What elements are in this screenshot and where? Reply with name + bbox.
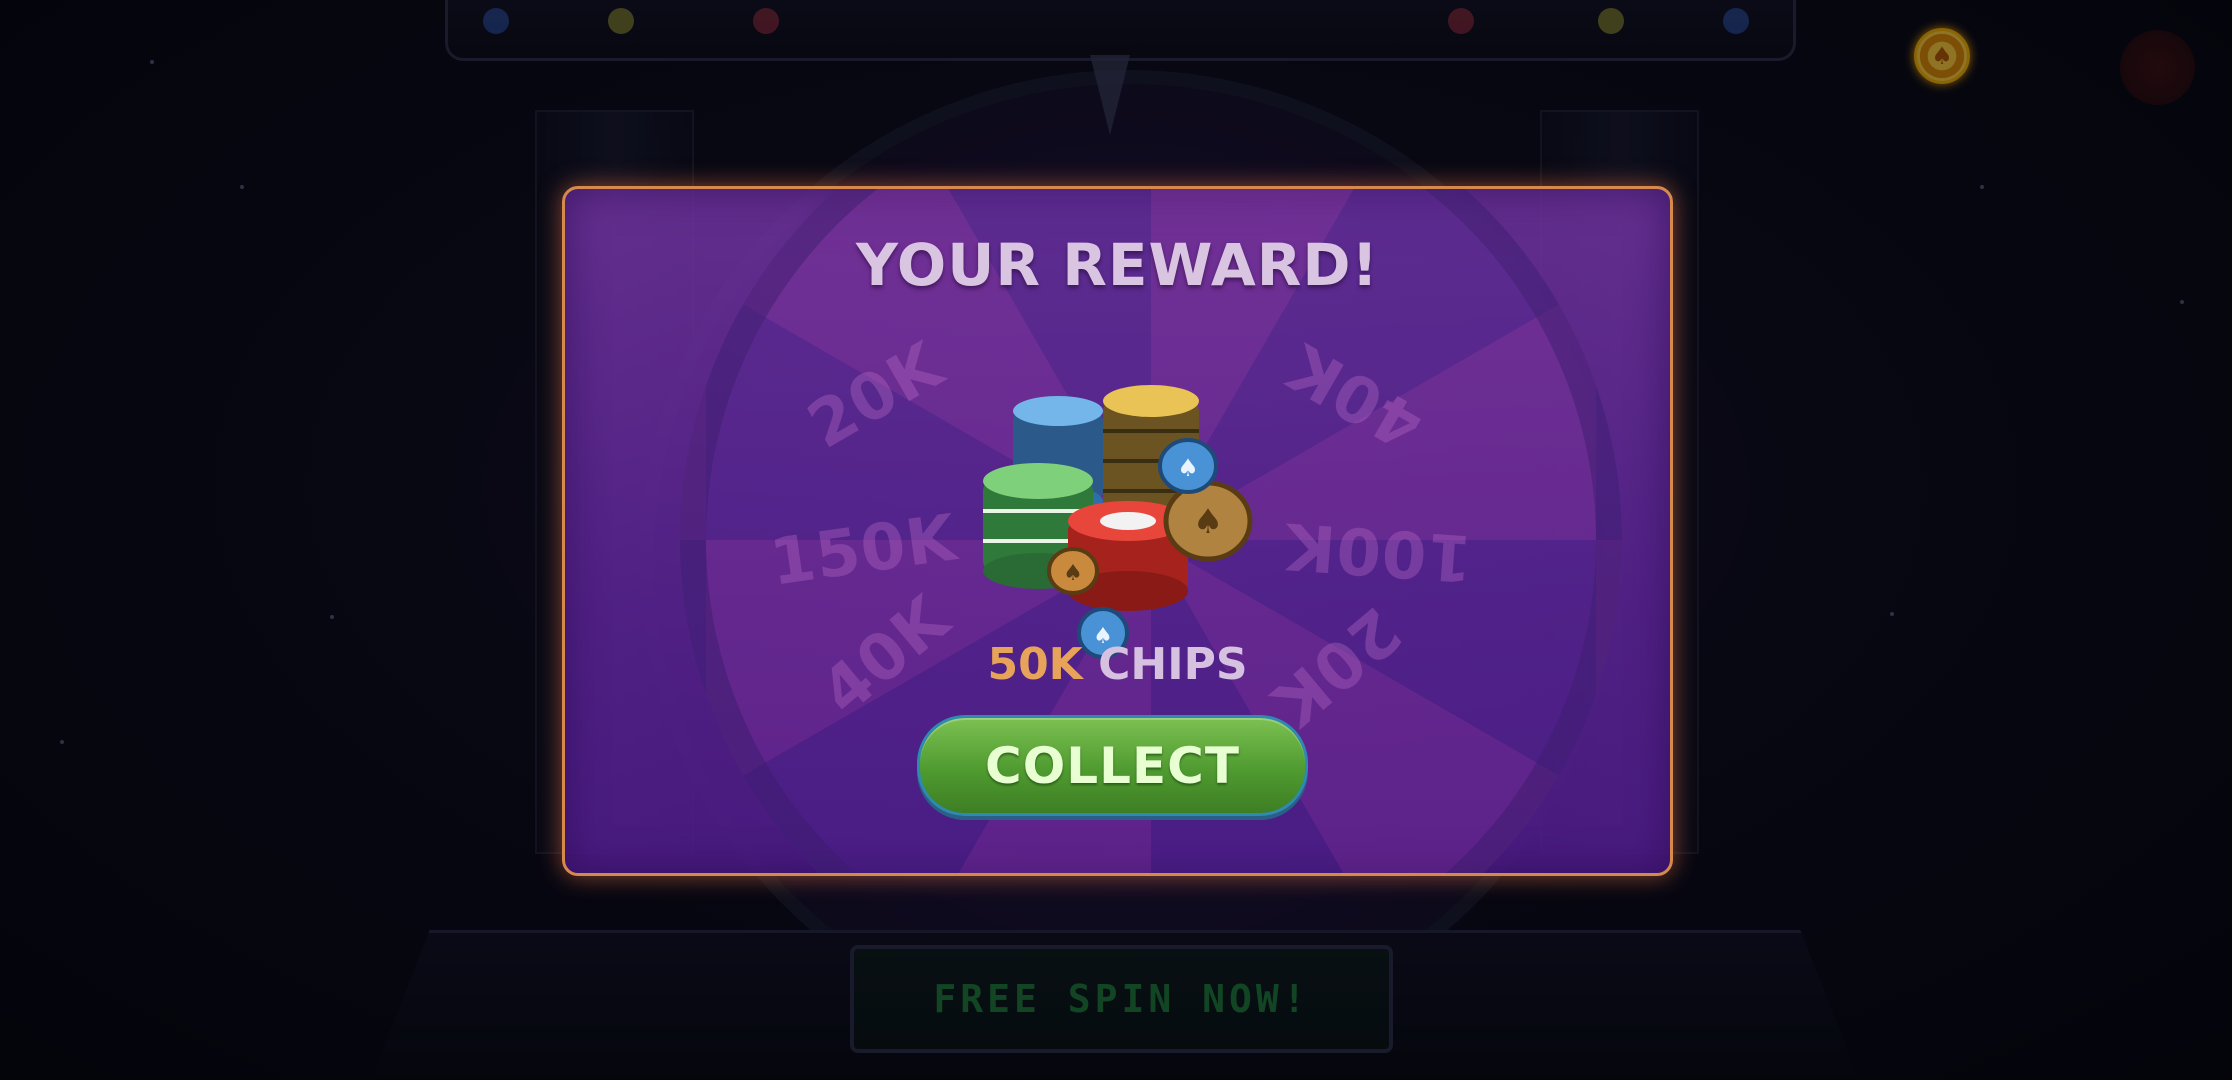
popup-title: YOUR REWARD!: [856, 231, 1379, 299]
collect-button[interactable]: COLLECT: [917, 715, 1308, 816]
chip: ♠: [1158, 438, 1218, 494]
reward-unit: CHIPS: [1098, 639, 1248, 690]
svg-text:♠: ♠: [1177, 454, 1199, 482]
reward-amount-text: 50K CHIPS: [565, 639, 1670, 690]
svg-text:♠: ♠: [1063, 561, 1083, 586]
collect-button-label: COLLECT: [985, 736, 1240, 795]
chip: ♠: [1163, 480, 1253, 562]
wheel-segment-label: 100K: [1282, 507, 1475, 595]
reward-popup: 150K 100K 40K 20K 20K 40K YOUR REWARD! ♠…: [562, 186, 1673, 876]
poker-chips-icon: ♠ ♠ ♠ ♠: [983, 385, 1253, 659]
chip: ♠: [1047, 547, 1099, 595]
svg-text:♠: ♠: [1193, 502, 1223, 542]
reward-amount: 50K: [987, 639, 1083, 690]
game-screen: FREE SPIN NOW! ♠ 150K 100K 40K 20K 20K 4…: [0, 0, 2232, 1080]
